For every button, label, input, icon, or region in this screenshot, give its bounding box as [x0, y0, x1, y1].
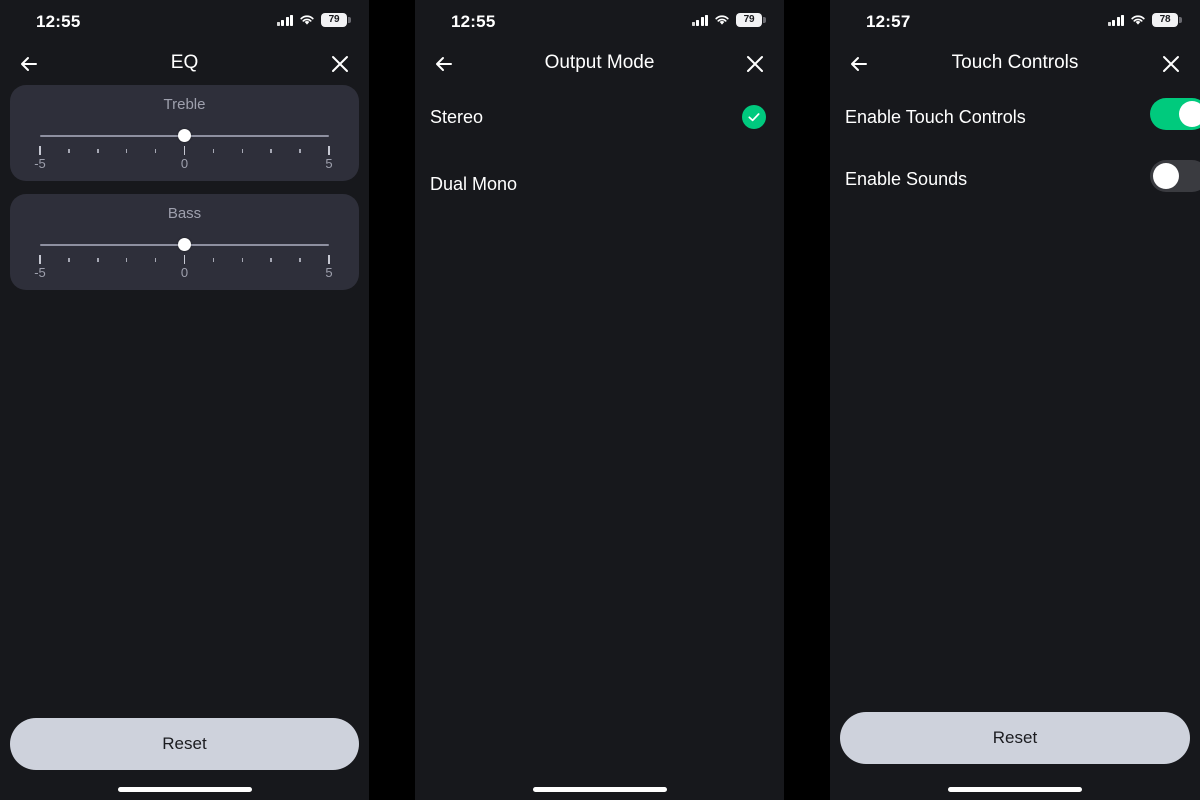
- phone-panel-output-mode: 12:55 79 Output Mode Stereo Dual Mono: [415, 0, 784, 800]
- toggle-switch-enable-sounds[interactable]: [1150, 160, 1200, 192]
- slider-tick: [183, 146, 186, 155]
- slider-tick: [154, 149, 157, 153]
- phone-panel-touch-controls: 12:57 78 Touch Controls Enable Touch Con…: [830, 0, 1200, 800]
- toggle-label: Enable Sounds: [845, 169, 968, 189]
- status-time: 12:55: [451, 12, 496, 31]
- reset-button[interactable]: Reset: [10, 718, 359, 770]
- toggle-row-enable-touch-controls: Enable Touch Controls: [830, 94, 1200, 140]
- cellular-signal-icon: [691, 14, 708, 26]
- slider-tick: [299, 258, 301, 262]
- phone-panel-eq: 12:55 79 EQ Treble -5 0 5 Bass -5 0 5 Re…: [0, 0, 369, 800]
- option-label: Stereo: [430, 107, 484, 127]
- slider-tick: [241, 258, 244, 262]
- close-icon[interactable]: [740, 49, 770, 79]
- status-indicators: 79: [691, 13, 766, 27]
- option-row-dual-mono[interactable]: Dual Mono: [415, 161, 784, 207]
- slider-tick: [270, 258, 272, 262]
- close-icon[interactable]: [1156, 49, 1186, 79]
- toggle-label: Enable Touch Controls: [845, 107, 1026, 127]
- eq-label-treble: Treble: [163, 96, 206, 113]
- wifi-icon: [300, 15, 314, 25]
- slider-tick: [125, 149, 128, 153]
- toggle-switch-enable-touch-controls[interactable]: [1150, 98, 1200, 130]
- eq-card-bass: Bass -5 0 5: [10, 194, 359, 290]
- status-indicators: 79: [276, 13, 351, 27]
- toggle-knob: [1179, 101, 1200, 127]
- checkmark-icon: [742, 105, 766, 129]
- slider-tick: [241, 149, 244, 153]
- slider-tick: [125, 258, 128, 262]
- slider-tick: [212, 149, 215, 153]
- slider-tick: [97, 149, 99, 153]
- status-indicators: 78: [1107, 13, 1182, 27]
- wifi-icon: [715, 15, 729, 25]
- page-title: Touch Controls: [951, 52, 1079, 73]
- slider-tick: [68, 258, 70, 262]
- status-bar: 12:55 79: [415, 0, 784, 44]
- slider-tick: [39, 146, 41, 155]
- slider-tick: [328, 146, 330, 155]
- page-title: Output Mode: [544, 52, 655, 73]
- eq-label-bass: Bass: [167, 205, 202, 222]
- slider-tick: [97, 258, 99, 262]
- slider-tick-label: 0: [180, 156, 189, 171]
- cellular-signal-icon: [276, 14, 293, 26]
- toggle-knob: [1153, 163, 1179, 189]
- status-bar: 12:57 78: [830, 0, 1200, 44]
- slider-treble[interactable]: -5 0 5: [34, 129, 333, 175]
- toggle-row-enable-sounds: Enable Sounds: [830, 156, 1200, 202]
- screenshot-stage: 12:55 79 EQ Treble -5 0 5 Bass -5 0 5 Re…: [0, 0, 1200, 800]
- battery-icon: 79: [321, 13, 351, 27]
- nav-bar: EQ: [0, 44, 369, 82]
- slider-tick-label: 5: [325, 265, 333, 280]
- status-time: 12:57: [866, 12, 911, 31]
- slider-tick: [299, 149, 301, 153]
- slider-bass[interactable]: -5 0 5: [34, 238, 333, 284]
- reset-button[interactable]: Reset: [840, 712, 1190, 764]
- slider-thumb[interactable]: [178, 238, 191, 251]
- slider-ticks: [39, 146, 330, 156]
- slider-tick: [154, 258, 157, 262]
- home-indicator: [117, 787, 252, 792]
- status-time: 12:55: [36, 12, 81, 31]
- option-row-stereo[interactable]: Stereo: [415, 94, 784, 140]
- battery-level: 78: [1159, 14, 1171, 25]
- slider-tick: [270, 149, 272, 153]
- option-label: Dual Mono: [430, 174, 518, 194]
- slider-tick: [39, 255, 41, 264]
- nav-bar: Output Mode: [415, 44, 784, 82]
- slider-tick: [68, 149, 70, 153]
- slider-tick: [183, 255, 186, 264]
- wifi-icon: [1131, 15, 1145, 25]
- cellular-signal-icon: [1107, 14, 1124, 26]
- close-icon[interactable]: [325, 49, 355, 79]
- eq-card-treble: Treble -5 0 5: [10, 85, 359, 181]
- battery-icon: 79: [736, 13, 766, 27]
- battery-icon: 78: [1152, 13, 1182, 27]
- home-indicator: [948, 787, 1082, 792]
- home-indicator: [532, 787, 667, 792]
- battery-level: 79: [743, 14, 755, 25]
- slider-tick-labels: -5 0 5: [34, 265, 333, 281]
- status-bar: 12:55 79: [0, 0, 369, 44]
- slider-tick-label: -5: [34, 156, 46, 171]
- slider-tick: [328, 255, 330, 264]
- slider-tick-label: -5: [34, 265, 46, 280]
- battery-level: 79: [328, 14, 340, 25]
- slider-tick-label: 0: [180, 265, 189, 280]
- page-title: EQ: [170, 52, 199, 73]
- slider-tick-labels: -5 0 5: [34, 156, 333, 172]
- slider-ticks: [39, 255, 330, 265]
- slider-tick-label: 5: [325, 156, 333, 171]
- nav-bar: Touch Controls: [830, 44, 1200, 82]
- slider-thumb[interactable]: [178, 129, 191, 142]
- slider-tick: [212, 258, 215, 262]
